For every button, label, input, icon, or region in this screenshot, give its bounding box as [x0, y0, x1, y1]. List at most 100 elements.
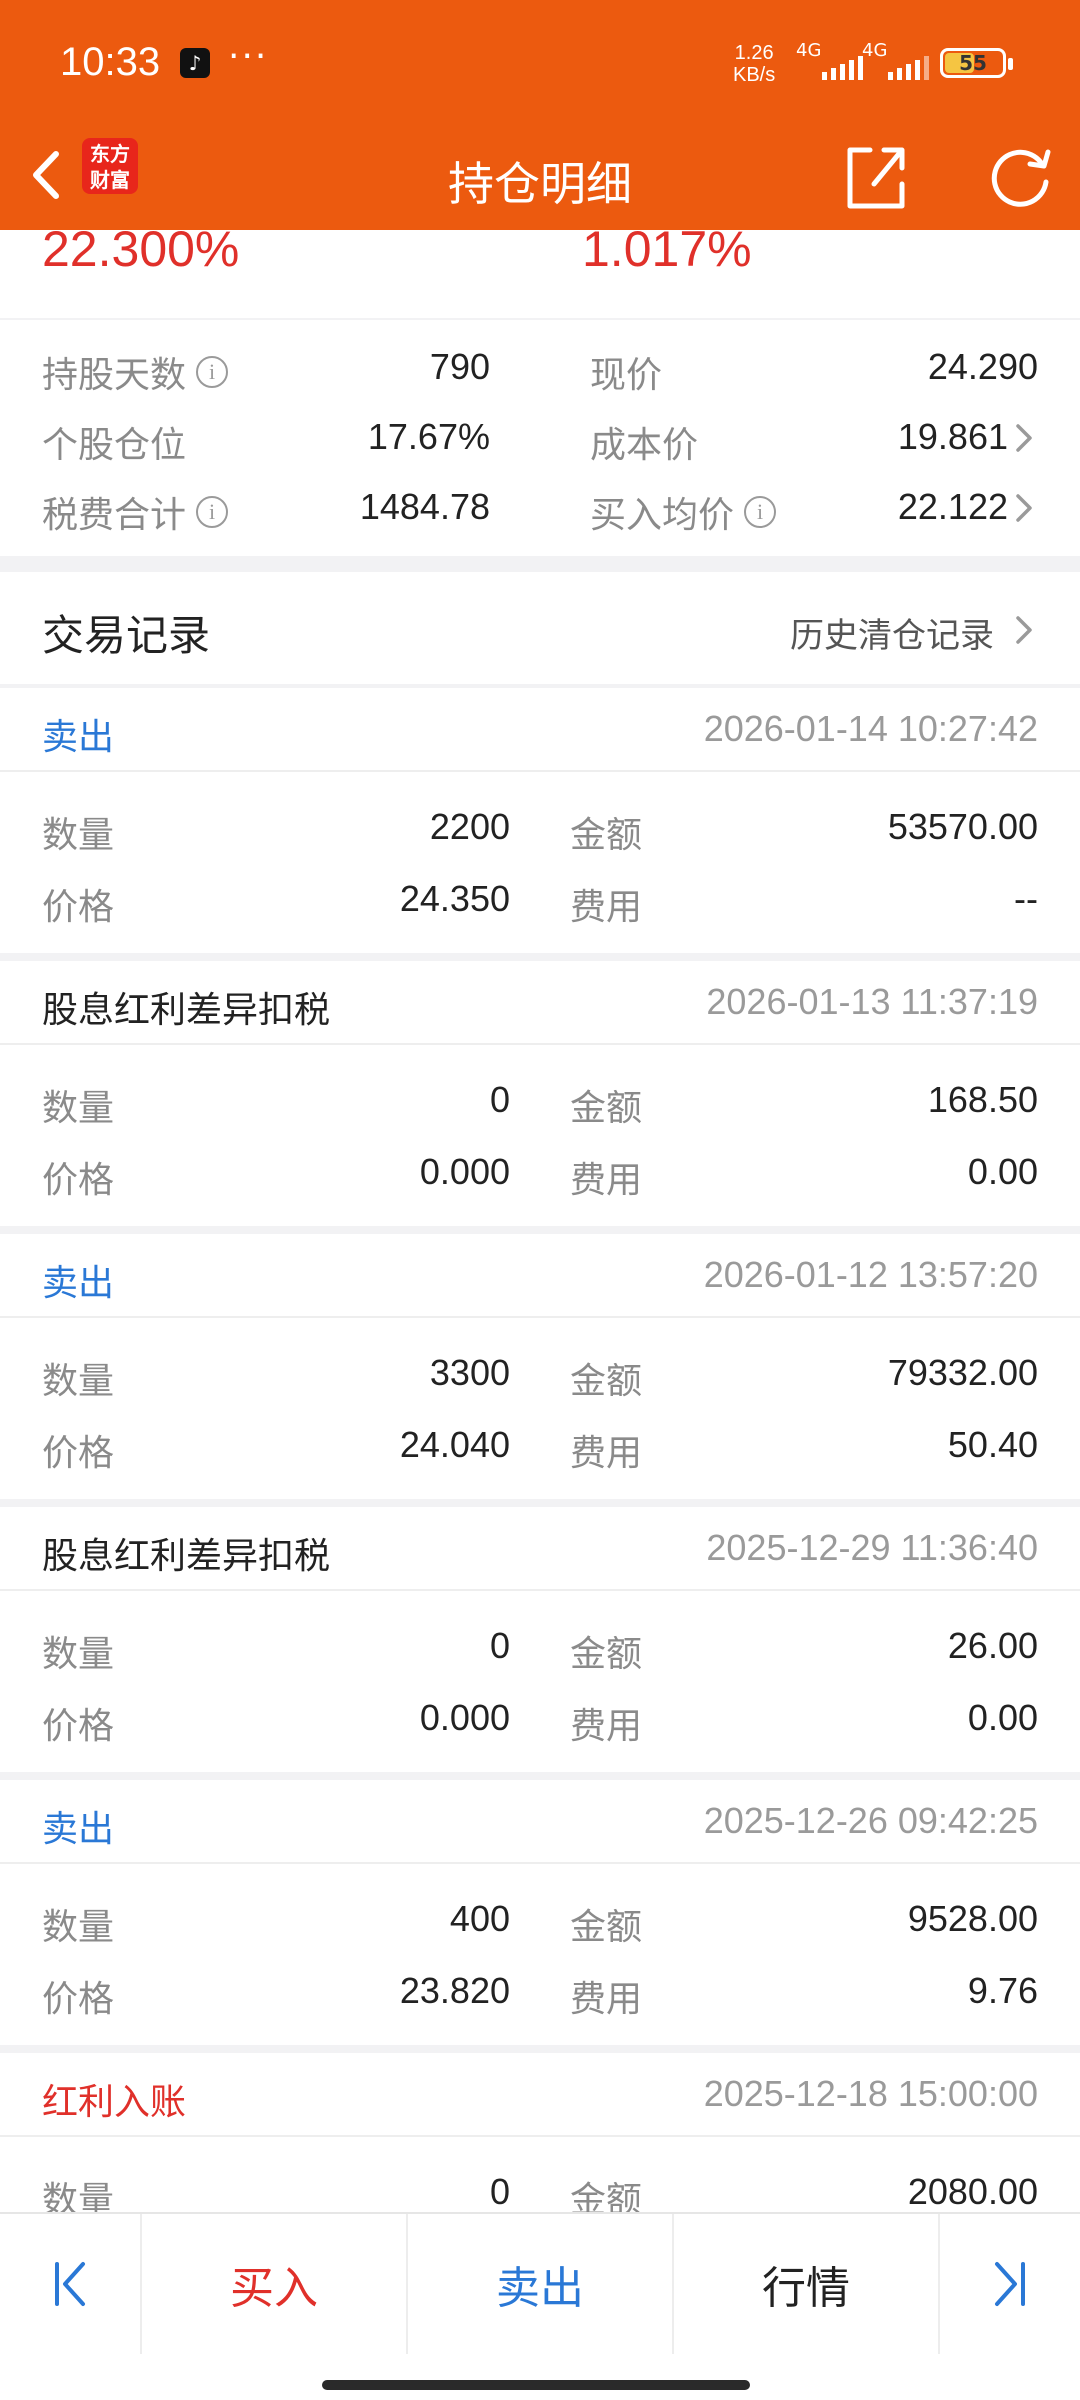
price-value: 23.820 [399, 1970, 510, 2011]
stat-value-current-price: 24.290 [927, 346, 1038, 387]
stat-label-position-ratio: 个股仓位 [42, 425, 187, 466]
battery-level: 55 [959, 51, 987, 75]
qty-label: 数量 [42, 1907, 115, 1948]
stat-label-hold-days: 持股天数 i [42, 346, 229, 398]
trade-record[interactable]: 卖出 2026-01-14 10:27:42 数量 2200 金额 53570.00 价格 2… [0, 688, 1080, 953]
share-button[interactable] [840, 134, 910, 214]
info-icon[interactable]: i [196, 496, 229, 528]
skip-last-icon [995, 2262, 1025, 2306]
stat-value-avg-buy-price[interactable]: 22.122 [898, 486, 1008, 528]
buy-button[interactable]: 买入 [142, 2214, 406, 2354]
network-speed: 1.26 KB/s [733, 42, 775, 86]
stat-value-total-fees: 1484.78 [359, 486, 490, 527]
signal1-label: 4G [796, 40, 822, 61]
trade-type: 卖出 [42, 717, 115, 758]
stat-label-total-fees: 税费合计 i [42, 486, 229, 538]
trade-type: 股息红利差异扣税 [42, 990, 331, 1031]
position-stats: 持股天数 i 790 现价 24.290 个股仓位 17.67% 成本价 19.8… [0, 320, 1080, 556]
refresh-icon [991, 149, 1051, 207]
stat-value-position-ratio: 17.67% [367, 416, 490, 457]
trade-record-header: 红利入账 2025-12-18 15:00:00 [0, 2053, 1080, 2137]
home-indicator[interactable] [322, 2380, 750, 2390]
stat-value-hold-days: 790 [429, 346, 490, 387]
price-value: 0.000 [419, 1697, 510, 1738]
fee-value: 0.00 [967, 1697, 1038, 1738]
fee-label: 费用 [570, 1160, 643, 1201]
first-page-button[interactable] [0, 2214, 140, 2354]
more-notifications: ··· [228, 36, 269, 77]
qty-label: 数量 [42, 815, 115, 856]
stat-label-cost-price[interactable]: 成本价 [590, 416, 698, 468]
stat-value-cost-price[interactable]: 19.861 [898, 416, 1008, 458]
fee-value: 50.40 [947, 1424, 1038, 1465]
trade-records-header: 交易记录 历史清仓记录 [0, 572, 1080, 684]
amount-label: 金额 [570, 1361, 643, 1402]
tiktok-icon: ♪ [180, 48, 210, 78]
fee-label: 费用 [570, 1706, 643, 1747]
speed-unit: KB/s [733, 64, 776, 86]
trade-record-header: 卖出 2025-12-26 09:42:25 [0, 1780, 1080, 1864]
chevron-right-icon[interactable] [1012, 612, 1036, 648]
trade-time: 2026-01-13 11:37:19 [706, 981, 1038, 1022]
info-icon[interactable]: i [744, 496, 777, 528]
trade-type: 股息红利差异扣税 [42, 1536, 331, 1577]
trade-type: 卖出 [42, 1263, 115, 1304]
fee-label: 费用 [570, 1979, 643, 2020]
qty-value: 0 [489, 1079, 510, 1120]
trade-record[interactable]: 股息红利差异扣税 2025-12-29 11:36:40 数量 0 金额 26.00 价格 0… [0, 1507, 1080, 1772]
trade-record[interactable]: 股息红利差异扣税 2026-01-13 11:37:19 数量 0 金额 168.50 价格… [0, 961, 1080, 1226]
amount-value: 79332.00 [887, 1352, 1038, 1393]
qty-value: 3300 [429, 1352, 510, 1393]
qty-value: 0 [489, 1625, 510, 1666]
fee-value: 0.00 [967, 1151, 1038, 1192]
amount-label: 金额 [570, 1634, 643, 1675]
page-title: 持仓明细 [448, 157, 632, 211]
nav-bar: 东方 财富 持仓明细 [0, 120, 1080, 230]
qty-label: 数量 [42, 1634, 115, 1675]
status-time: 10:33 [60, 40, 161, 84]
trade-record[interactable]: 卖出 2026-01-12 13:57:20 数量 3300 金额 79332.00 价格 2… [0, 1234, 1080, 1499]
fee-label: 费用 [570, 887, 643, 928]
qty-label: 数量 [42, 1088, 115, 1129]
top-bar: 10:33 ♪ ··· 1.26 KB/s 4G 4G 55 东方 财富 持仓明… [0, 0, 1080, 230]
trade-record-header: 卖出 2026-01-14 10:27:42 [0, 688, 1080, 772]
trade-record-header: 股息红利差异扣税 2026-01-13 11:37:19 [0, 961, 1080, 1045]
amount-label: 金额 [570, 1907, 643, 1948]
percent-left: 22.300% [42, 230, 240, 277]
quote-button[interactable]: 行情 [674, 2214, 938, 2354]
qty-value: 400 [449, 1898, 510, 1939]
fee-label: 费用 [570, 1433, 643, 1474]
price-label: 价格 [42, 1979, 115, 2020]
trade-record[interactable]: 卖出 2025-12-26 09:42:25 数量 400 金额 9528.00 价格 23.… [0, 1780, 1080, 2045]
battery-icon: 55 [940, 48, 1013, 78]
speed-value: 1.26 [734, 42, 774, 64]
fee-value: -- [1014, 878, 1038, 919]
price-label: 价格 [42, 1433, 115, 1474]
trade-type: 红利入账 [42, 2082, 187, 2123]
chevron-right-icon[interactable] [1012, 420, 1036, 456]
refresh-button[interactable] [980, 134, 1060, 214]
price-value: 24.040 [399, 1424, 510, 1465]
skip-first-icon [55, 2262, 85, 2306]
qty-value: 0 [489, 2171, 510, 2212]
trade-record-header: 卖出 2026-01-12 13:57:20 [0, 1234, 1080, 1318]
trade-time: 2025-12-26 09:42:25 [703, 1800, 1038, 1841]
amount-value: 9528.00 [907, 1898, 1038, 1939]
last-page-button[interactable] [940, 2214, 1080, 2354]
sell-button[interactable]: 卖出 [408, 2214, 672, 2354]
price-value: 0.000 [419, 1151, 510, 1192]
info-icon[interactable]: i [196, 356, 229, 388]
trade-time: 2025-12-18 15:00:00 [703, 2073, 1038, 2114]
percent-right: 1.017% [582, 230, 752, 277]
fee-value: 9.76 [967, 1970, 1038, 2011]
stat-label-avg-buy-price[interactable]: 买入均价 i [590, 486, 777, 538]
trade-time: 2026-01-12 13:57:20 [703, 1254, 1038, 1295]
stat-label-current-price: 现价 [590, 355, 663, 396]
qty-value: 2200 [429, 806, 510, 847]
price-label: 价格 [42, 1160, 115, 1201]
trade-record-header: 股息红利差异扣税 2025-12-29 11:36:40 [0, 1507, 1080, 1591]
history-clearance-link[interactable]: 历史清仓记录 [790, 608, 994, 657]
bottom-action-bar: 买入 卖出 行情 [0, 2212, 1080, 2400]
chevron-right-icon[interactable] [1012, 490, 1036, 526]
amount-label: 金额 [570, 815, 643, 856]
